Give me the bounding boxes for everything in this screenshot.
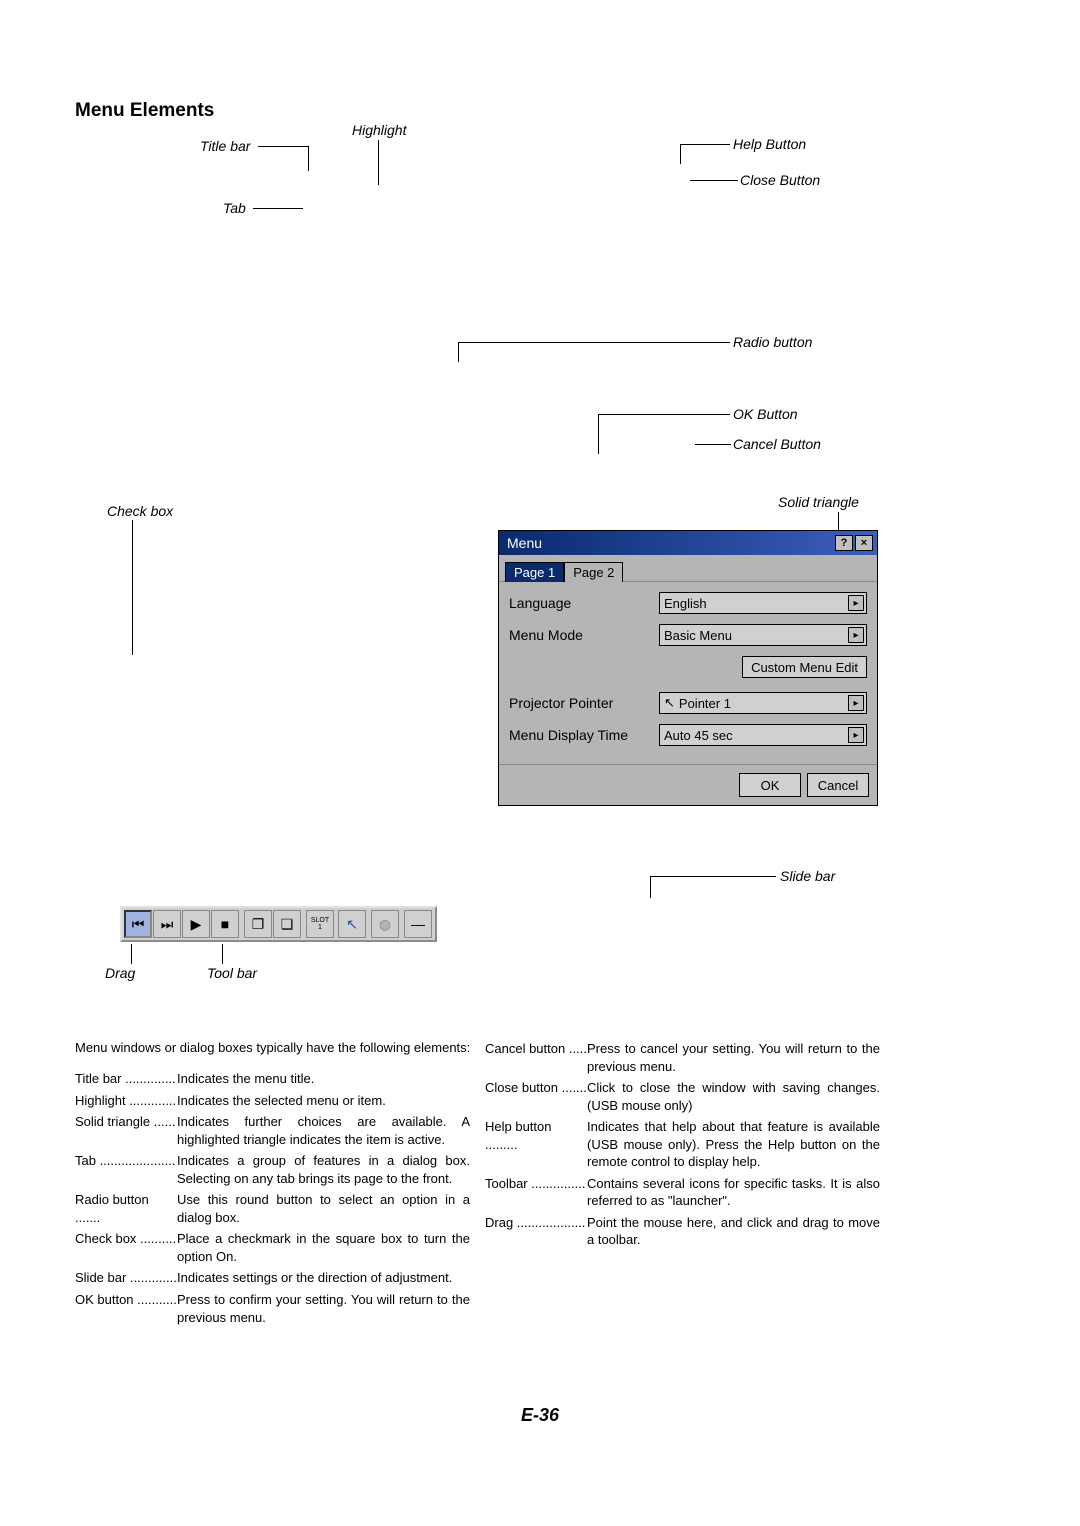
toolbar-minimize-icon[interactable]: — [404,910,432,938]
definition-desc: Press to confirm your setting. You will … [177,1291,470,1326]
definition-desc: Indicates the selected menu or item. [177,1092,470,1110]
callout-close-button: Close Button [740,172,820,188]
definition-term: Radio button ....... [75,1191,177,1226]
dropdown-arrow-icon[interactable]: ▸ [848,627,864,643]
definitions-right: Cancel button .....Press to cancel your … [485,1040,880,1253]
slot-bottom: 1 [318,924,322,931]
definition-row: OK button ...........Press to confirm yo… [75,1291,470,1326]
pointer-icon: ↖ [664,695,675,711]
definition-row: Tab .....................Indicates a gro… [75,1152,470,1187]
definition-row: Drag ...................Point the mouse … [485,1214,880,1249]
definition-desc: Point the mouse here, and click and drag… [587,1214,880,1249]
callout-help-button: Help Button [733,136,806,152]
language-value: English [664,596,707,611]
menu-display-time-value: Auto 45 sec [664,728,733,743]
definition-term: Cancel button ..... [485,1040,587,1058]
toolbar-cursor-icon[interactable]: ↖ [338,910,366,938]
definition-desc: Indicates further choices are available.… [177,1113,470,1148]
definition-desc: Contains several icons for specific task… [587,1175,880,1210]
page-heading: Menu Elements [75,100,214,122]
menu-display-time-label: Menu Display Time [509,727,659,743]
toolbar-stop-icon[interactable]: ■ [211,910,239,938]
definition-row: Close button .......Click to close the w… [485,1079,880,1114]
definition-term: Title bar .............. [75,1070,177,1088]
definition-desc: Place a checkmark in the square box to t… [177,1230,470,1265]
toolbar-play-icon[interactable]: ▶ [182,910,210,938]
custom-menu-edit-button[interactable]: Custom Menu Edit [742,656,867,678]
definition-term: Drag ................... [485,1214,587,1232]
toolbar-globe-icon[interactable]: ◍ [371,910,399,938]
callout-drag: Drag [105,965,135,981]
toolbar-window-icon[interactable]: ❐ [244,910,272,938]
callout-check-box: Check box [107,503,173,519]
callout-radio-button: Radio button [733,334,812,350]
projector-pointer-label: Projector Pointer [509,695,659,711]
definition-row: Solid triangle ......Indicates further c… [75,1113,470,1148]
tab-page-1[interactable]: Page 1 [505,562,564,582]
menu-mode-label: Menu Mode [509,627,659,643]
definition-desc: Indicates the menu title. [177,1070,470,1088]
dropdown-arrow-icon[interactable]: ▸ [848,727,864,743]
menu-dialog: Menu ? × Page 1 Page 2 Language English … [498,530,878,806]
definition-term: OK button ........... [75,1291,177,1309]
slot-top: SLOT [311,917,329,924]
toolbar[interactable]: ⏮ ⏭ ▶ ■ ❐ ❏ SLOT 1 ↖ ◍ — [120,906,437,942]
dropdown-arrow-icon[interactable]: ▸ [848,595,864,611]
dialog-titlebar: Menu ? × [499,531,877,555]
definition-term: Tab ..................... [75,1152,177,1170]
page-number: E-36 [0,1405,1080,1426]
toolbar-next-icon[interactable]: ⏭ [153,910,181,938]
definition-desc: Indicates a group of features in a dialo… [177,1152,470,1187]
callout-slide-bar: Slide bar [780,868,835,884]
toolbar-copy-icon[interactable]: ❏ [273,910,301,938]
callout-solid-triangle: Solid triangle [778,494,859,510]
callout-title-bar: Title bar [200,138,250,154]
help-button[interactable]: ? [835,535,853,551]
ok-button[interactable]: OK [739,773,801,797]
menu-mode-value: Basic Menu [664,628,732,643]
definition-row: Help button .........Indicates that help… [485,1118,880,1171]
tab-page-2[interactable]: Page 2 [564,562,623,582]
definition-term: Toolbar ............... [485,1175,587,1193]
toolbar-prev-icon[interactable]: ⏮ [124,910,152,938]
intro-text: Menu windows or dialog boxes typically h… [75,1040,485,1055]
definition-term: Slide bar ............. [75,1269,177,1287]
definition-desc: Indicates that help about that feature i… [587,1118,880,1171]
definition-term: Check box .......... [75,1230,177,1248]
definition-desc: Press to cancel your setting. You will r… [587,1040,880,1075]
definition-term: Highlight ............. [75,1092,177,1110]
language-combo[interactable]: English ▸ [659,592,867,614]
definition-row: Cancel button .....Press to cancel your … [485,1040,880,1075]
definition-row: Toolbar ...............Contains several … [485,1175,880,1210]
menu-mode-combo[interactable]: Basic Menu ▸ [659,624,867,646]
definitions-left: Title bar ..............Indicates the me… [75,1070,470,1330]
callout-cancel-button: Cancel Button [733,436,821,452]
language-label: Language [509,595,659,611]
close-button[interactable]: × [855,535,873,551]
definition-row: Title bar ..............Indicates the me… [75,1070,470,1088]
definition-term: Close button ....... [485,1079,587,1097]
definition-desc: Use this round button to select an optio… [177,1191,470,1226]
dropdown-arrow-icon[interactable]: ▸ [848,695,864,711]
callout-highlight: Highlight [352,122,406,138]
projector-pointer-value: Pointer 1 [679,696,731,711]
projector-pointer-combo[interactable]: ↖ Pointer 1 ▸ [659,692,867,714]
definition-row: Slide bar .............Indicates setting… [75,1269,470,1287]
definition-row: Radio button .......Use this round butto… [75,1191,470,1226]
toolbar-slot-icon[interactable]: SLOT 1 [306,910,334,938]
callout-tool-bar: Tool bar [207,965,257,981]
callout-ok-button: OK Button [733,406,798,422]
definition-row: Highlight .............Indicates the sel… [75,1092,470,1110]
cancel-button[interactable]: Cancel [807,773,869,797]
definition-desc: Indicates settings or the direction of a… [177,1269,470,1287]
definition-desc: Click to close the window with saving ch… [587,1079,880,1114]
callout-tab: Tab [223,200,246,216]
definition-term: Solid triangle ...... [75,1113,177,1131]
dialog-title: Menu [507,535,833,551]
menu-display-time-combo[interactable]: Auto 45 sec ▸ [659,724,867,746]
definition-row: Check box ..........Place a checkmark in… [75,1230,470,1265]
definition-term: Help button ......... [485,1118,587,1153]
